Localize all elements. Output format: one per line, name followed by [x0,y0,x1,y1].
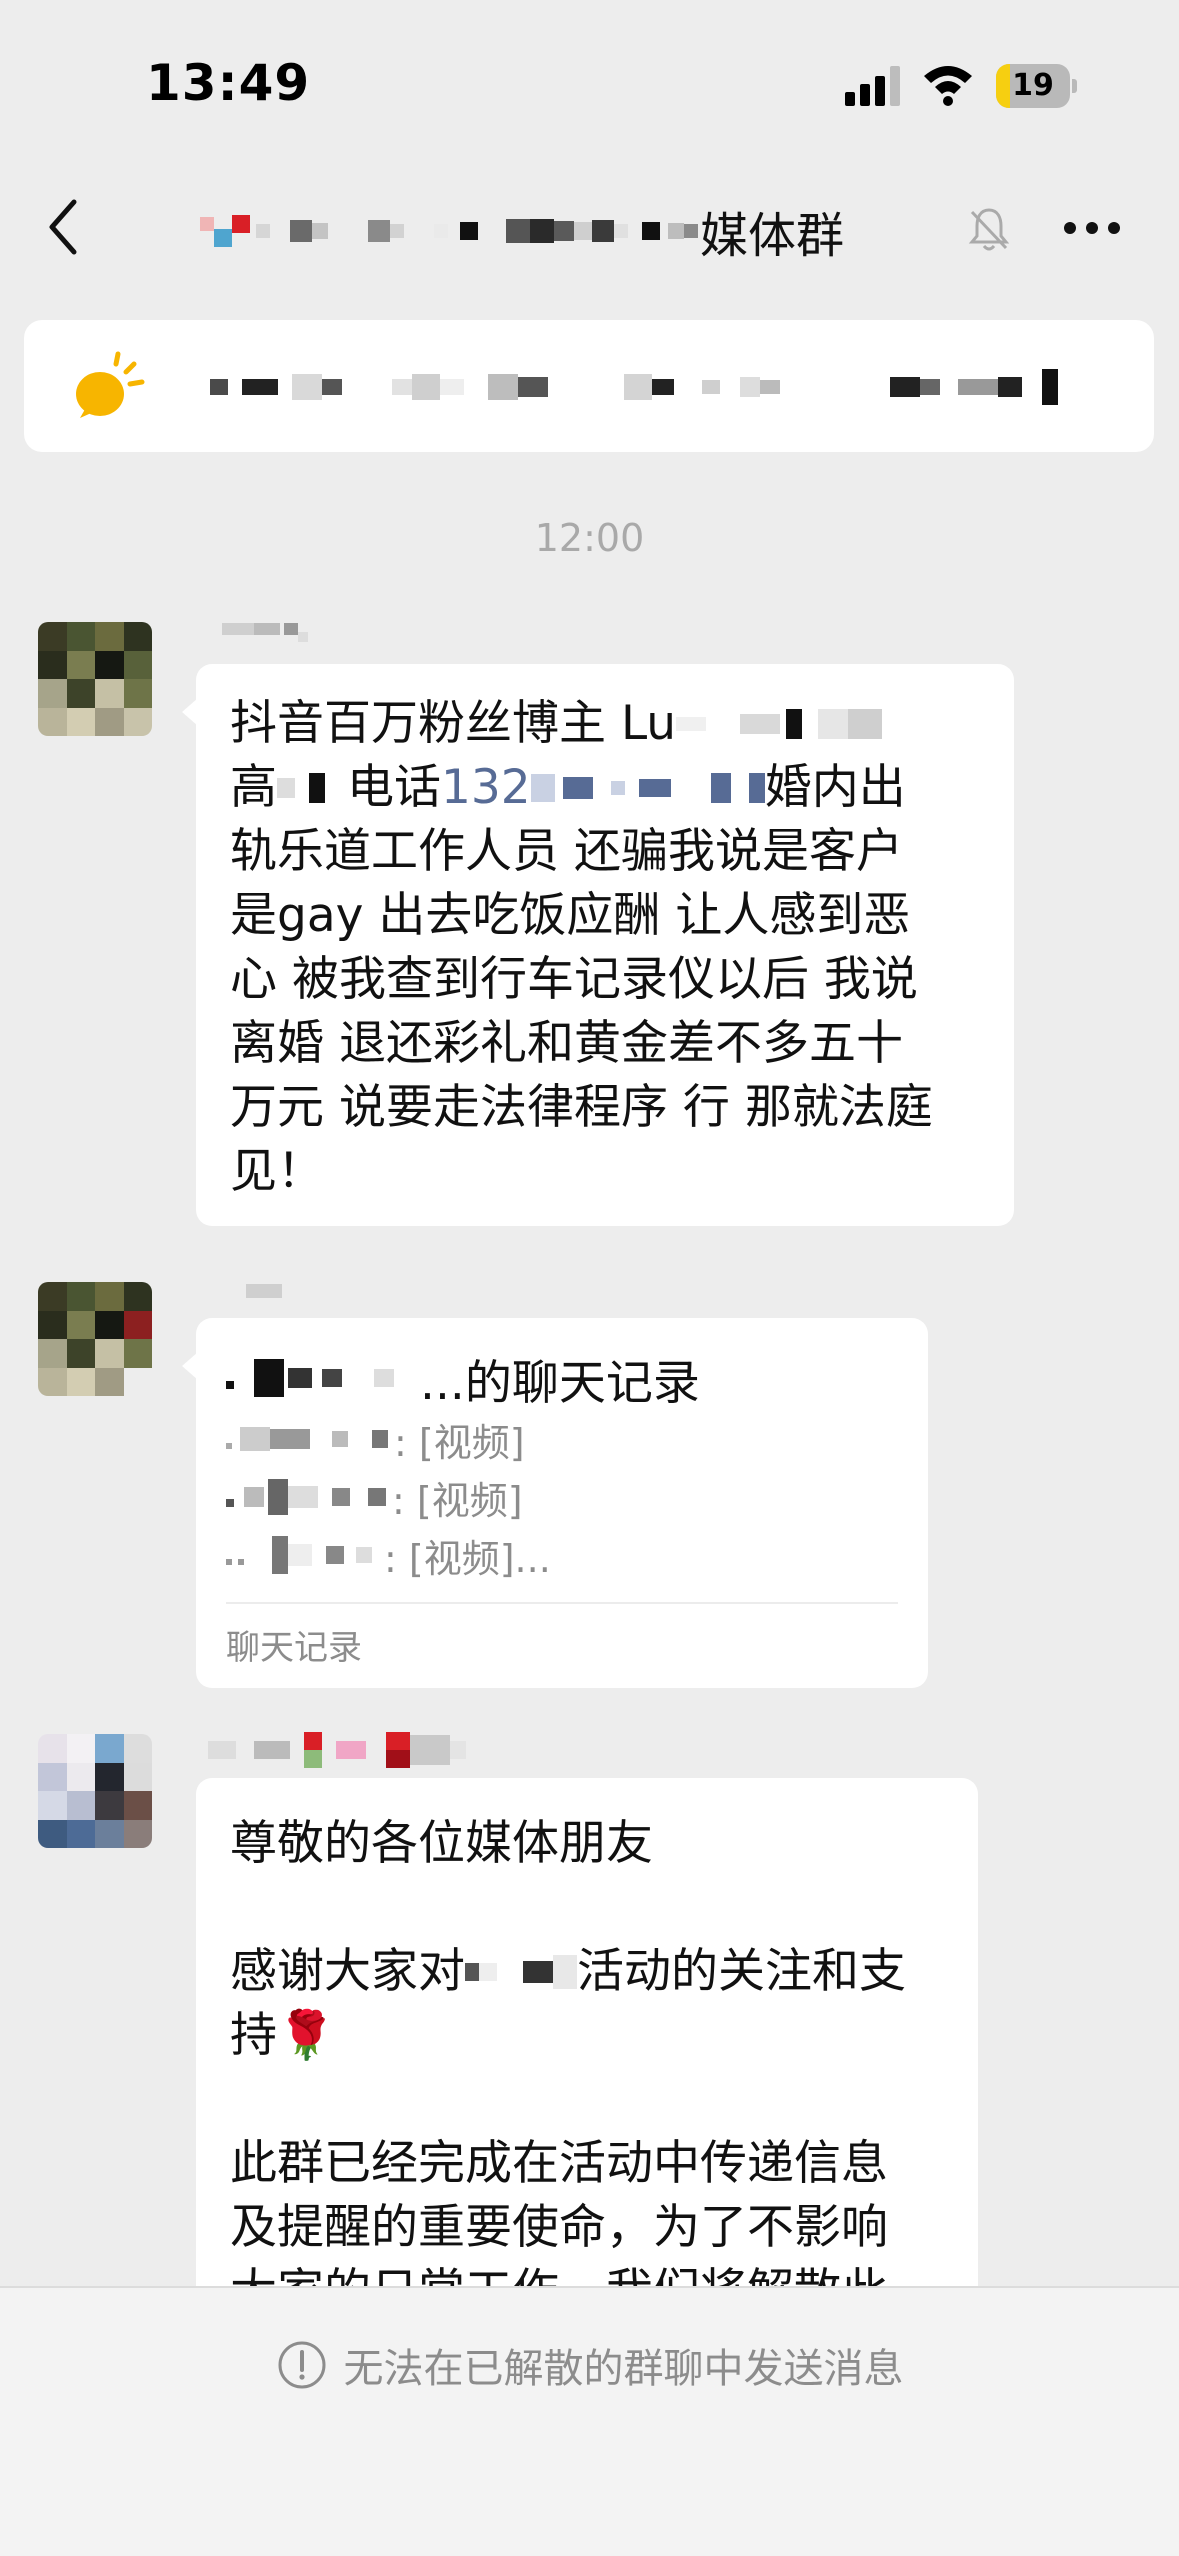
message-line: 及提醒的重要使命，为了不影响 [230,2200,888,2255]
message-line: 感谢大家对 活动的关注和支 [230,1940,944,2004]
message-line: 心 被我查到行车记录仪以后 我说 [230,952,918,1007]
mute-bell-icon [968,208,1010,251]
cellular-signal-icon [845,66,901,106]
dissolved-group-notice: 无法在已解散的群聊中发送消息 [343,2346,904,2392]
text-segment: ...的聊天记录 [420,1355,700,1411]
divider [226,1602,898,1604]
battery-level: 19 [1012,68,1054,103]
chat-record-footer: 聊天记录 [226,1628,362,1668]
text-segment: 活动的关注和支 [577,1944,906,1999]
message-line: 轨乐道工作人员 还骗我说是客户 [230,824,903,879]
text-segment: 高 [230,760,277,815]
text-segment: 电话 [347,760,441,815]
status-bar: 13:49 19 [0,0,1179,170]
phone-number-redacted[interactable]: 132 [441,756,531,820]
avatar[interactable] [38,622,152,736]
nickname-redacted [208,1730,466,1770]
message-line: 万元 说要走法律程序 行 那就法庭 [230,1080,933,1135]
chat-record-item: : [视频] [226,1468,898,1526]
message-line: 见！ [230,1144,324,1199]
chat-title-text: 媒体群 [700,208,845,264]
avatar[interactable] [38,1282,152,1396]
text-segment: 婚内出 [764,760,906,815]
speaker-icon [76,351,145,418]
chat-screen: 13:49 19 媒体群 12:00 抖音百万粉丝博主 Lu 高 电话 132 … [0,0,1179,2556]
group-announcement[interactable] [24,320,1154,452]
status-time: 13:49 [146,54,311,112]
redacted-announcement-text [210,362,1058,412]
text-segment: : [视频] [394,1420,525,1465]
text-segment: 持🌹 [230,2008,336,2063]
message-text: 尊敬的各位媒体朋友 感谢大家对 活动的关注和支 持🌹 此群已经完成在活动中传递信… [230,1812,944,2286]
message-line: 尊敬的各位媒体朋友 [230,1816,653,1871]
message-line: 大家的日常工作，我们将解散此 [230,2260,944,2286]
message-line: 是gay 出去吃饭应酬 让人感到恶 [230,888,911,943]
message-line [230,1876,944,1940]
chat-title[interactable]: 媒体群 [200,196,844,266]
message-line: 持🌹 [230,2004,944,2068]
text-segment: 感谢大家对 [230,1944,465,1999]
nickname-redacted [246,1276,282,1306]
message-line: 离婚 退还彩礼和黄金差不多五十 [230,1016,903,1071]
message-line: 此群已经完成在活动中传递信息 [230,2136,888,2191]
more-icon[interactable] [1064,222,1124,238]
message-bubble[interactable]: 抖音百万粉丝博主 Lu 高 电话 132 婚内出 轨乐道工作人员 还骗我说是客户… [182,664,1014,1226]
nav-bar: 媒体群 [0,170,1179,290]
time-divider: 12:00 [534,516,645,560]
text-segment: : [视频]... [384,1536,551,1581]
chat-record-item: : [视频]... [226,1526,898,1584]
text-segment: 抖音百万粉丝博主 Lu [230,696,677,751]
message-bubble[interactable]: 尊敬的各位媒体朋友 感谢大家对 活动的关注和支 持🌹 此群已经完成在活动中传递信… [196,1778,978,2286]
wifi-icon [924,66,972,106]
chat-record-title: ...的聊天记录 [226,1346,898,1411]
text-segment: : [视频] [392,1478,523,1523]
message-line: 高 电话 132 婚内出 [230,756,980,820]
chat-record-item: : [视频] [226,1410,898,1468]
chat-record-card[interactable]: ...的聊天记录 : [视频] : [视频] : [视频]... 聊天记录 [182,1318,928,1688]
battery-indicator: 19 [996,64,1077,108]
message-line [230,2068,944,2132]
nickname-redacted [222,614,308,644]
warning-icon [278,2341,325,2389]
message-line: 抖音百万粉丝博主 Lu [230,692,980,756]
redacted-title [200,215,698,247]
back-icon[interactable] [40,192,90,262]
message-text: 抖音百万粉丝博主 Lu 高 电话 132 婚内出 轨乐道工作人员 还骗我说是客户… [230,692,980,1204]
avatar[interactable] [38,1734,152,1848]
disabled-input-bar: 无法在已解散的群聊中发送消息 [0,2286,1179,2556]
